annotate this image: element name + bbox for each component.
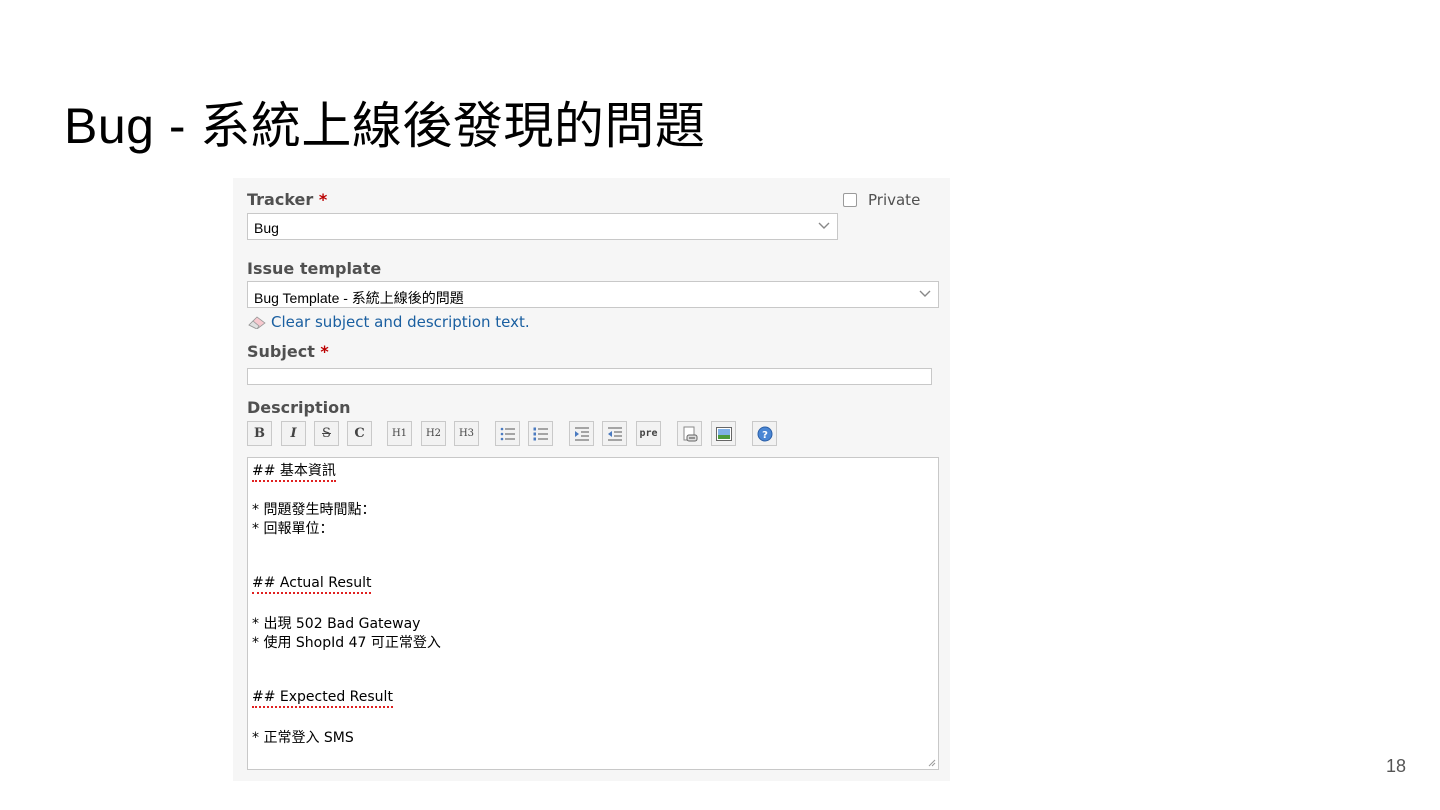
description-textarea[interactable]: ## 基本資訊 * 問題發生時間點： * 回報單位： ## Actual Res… <box>247 457 939 770</box>
unordered-list-button[interactable] <box>495 421 520 446</box>
tracker-label: Tracker * <box>247 190 327 209</box>
bold-label: B <box>254 426 265 441</box>
issue-template-label: Issue template <box>247 259 382 278</box>
new-issue-form: Tracker * Private Bug Issue template Bug… <box>233 178 950 781</box>
heading-text: ## Expected Result <box>252 689 393 708</box>
subject-input[interactable] <box>247 368 932 385</box>
subject-label-text: Subject <box>247 342 315 361</box>
description-line: ## Expected Result <box>252 689 393 708</box>
tracker-select[interactable]: Bug <box>247 213 838 240</box>
description-line: ## 基本資訊 <box>252 460 336 482</box>
help-button[interactable]: ? <box>752 421 777 446</box>
required-mark: * <box>318 190 328 209</box>
clear-link-text: Clear subject and description text. <box>271 313 530 331</box>
quote-button[interactable] <box>569 421 594 446</box>
pre-label: pre <box>639 428 658 439</box>
chevron-down-icon <box>818 222 830 229</box>
clear-subject-description-link[interactable]: Clear subject and description text. <box>247 313 530 331</box>
svg-text:?: ? <box>762 430 768 441</box>
link-to-page-button[interactable] <box>677 421 702 446</box>
heading-text: ## Actual Result <box>252 575 372 594</box>
heading-text: ## 基本資訊 <box>252 463 336 482</box>
heading-3-button[interactable]: H3 <box>454 421 479 446</box>
description-line: * 回報單位： <box>252 521 334 537</box>
numbered-list-icon <box>533 427 548 440</box>
resize-handle-icon[interactable] <box>928 759 936 767</box>
strike-label: S <box>322 426 331 441</box>
eraser-icon <box>248 316 266 329</box>
description-line: * 使用 ShopId 47 可正常登入 <box>252 635 441 651</box>
description-line: * 出現 502 Bad Gateway <box>252 616 421 632</box>
image-icon <box>715 426 732 441</box>
h2-label: H2 <box>425 428 442 439</box>
indent-icon <box>574 427 589 440</box>
italic-label: I <box>290 426 297 441</box>
page-number: 18 <box>1385 756 1406 776</box>
code-button[interactable]: C <box>347 421 372 446</box>
heading-2-button[interactable]: H2 <box>421 421 446 446</box>
private-checkbox[interactable] <box>843 193 857 207</box>
private-label: Private <box>868 191 921 209</box>
description-line: * 問題發生時間點： <box>252 502 376 518</box>
description-line: ## Actual Result <box>252 575 372 594</box>
unquote-button[interactable] <box>602 421 627 446</box>
h3-label: H3 <box>458 428 475 439</box>
subject-label: Subject * <box>247 342 329 361</box>
tracker-label-text: Tracker <box>247 190 314 209</box>
h1-label: H1 <box>391 428 408 439</box>
bold-button[interactable]: B <box>247 421 272 446</box>
italic-button[interactable]: I <box>281 421 306 446</box>
description-line: * 正常登入 SMS <box>252 730 354 746</box>
code-label: C <box>354 426 365 441</box>
outdent-icon <box>607 427 622 440</box>
bullet-list-icon <box>500 427 515 440</box>
image-button[interactable] <box>711 421 736 446</box>
preformatted-button[interactable]: pre <box>636 421 661 446</box>
description-label: Description <box>247 398 351 417</box>
wiki-link-icon <box>683 426 697 441</box>
tracker-select-value: Bug <box>254 220 279 236</box>
required-mark: * <box>320 342 329 361</box>
ordered-list-button[interactable] <box>528 421 553 446</box>
chevron-down-icon <box>919 290 931 297</box>
issue-template-select[interactable]: Bug Template - 系統上線後的問題 <box>247 281 939 308</box>
issue-template-value: Bug Template - 系統上線後的問題 <box>254 290 464 306</box>
help-icon: ? <box>757 426 772 441</box>
slide-title: Bug - 系統上線後發現的問題 <box>64 98 706 154</box>
heading-1-button[interactable]: H1 <box>387 421 412 446</box>
strikethrough-button[interactable]: S <box>314 421 339 446</box>
